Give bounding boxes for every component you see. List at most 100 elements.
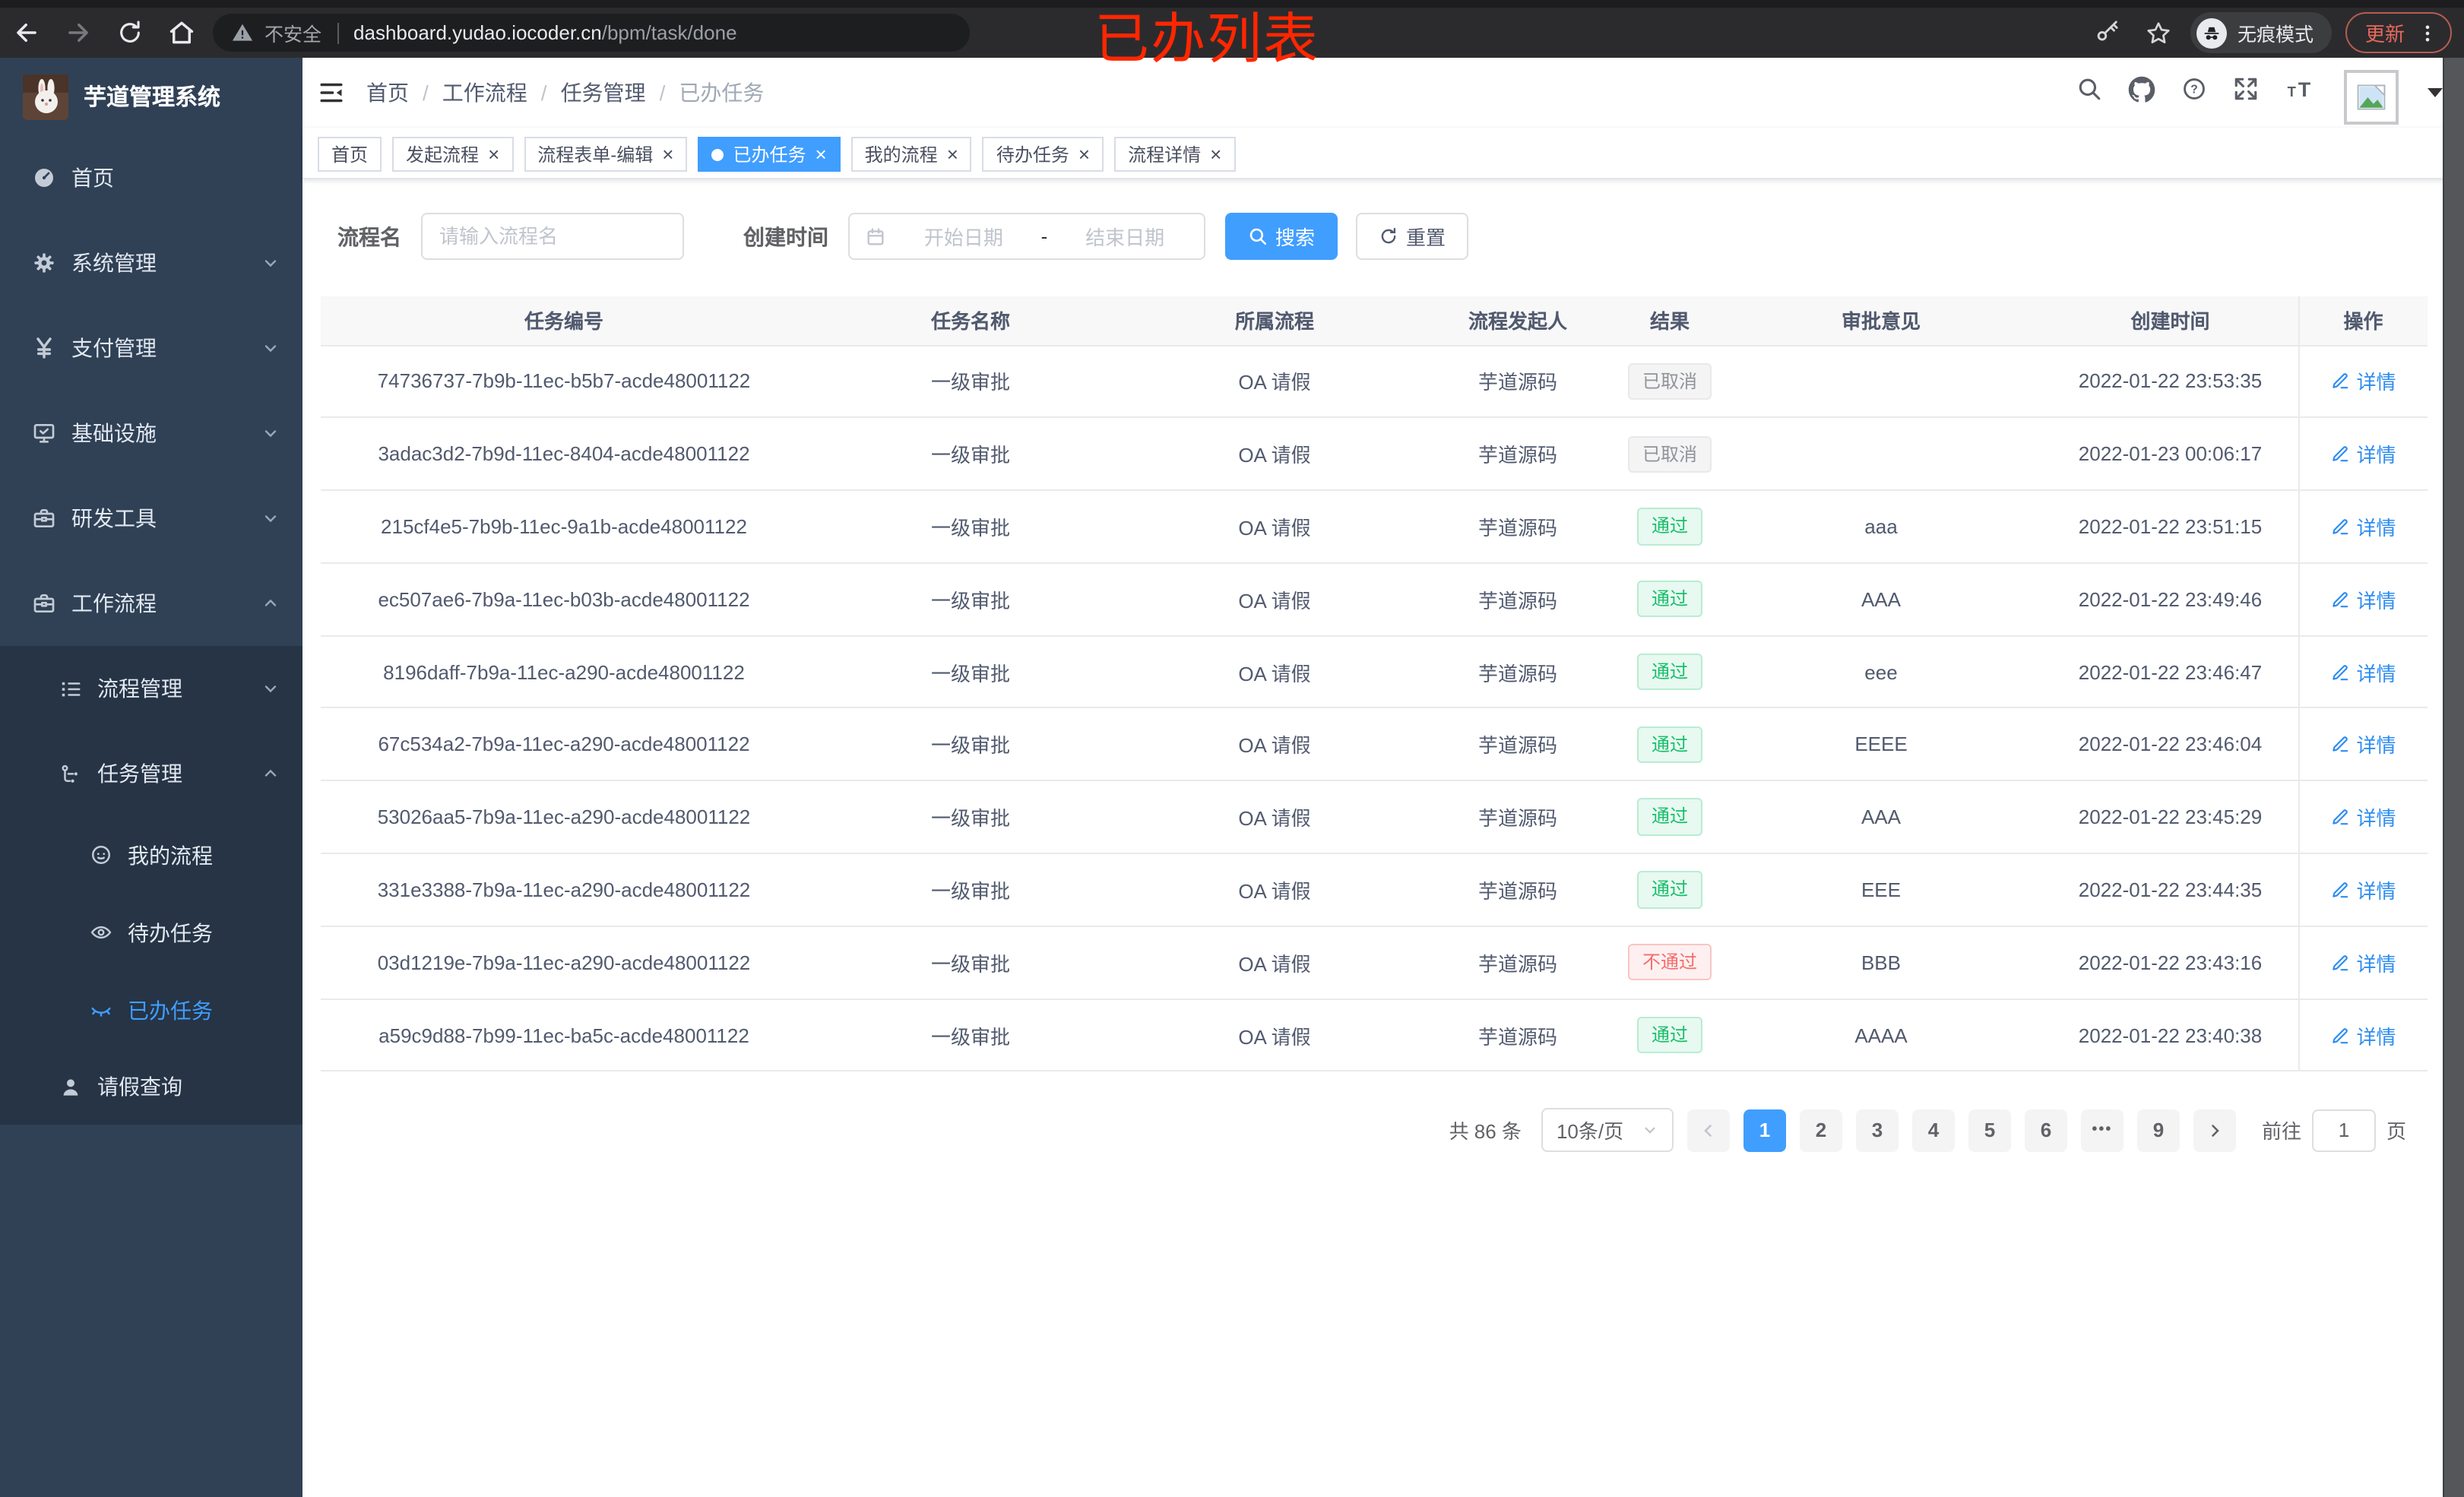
page-number-button[interactable]: 9: [2136, 1109, 2180, 1152]
address-bar[interactable]: 不安全 dashboard.yudao.iocoder.cn/bpm/task/…: [213, 14, 970, 52]
cell-actions: 详情: [2298, 417, 2428, 492]
detail-link[interactable]: 详情: [2330, 1021, 2396, 1049]
close-icon[interactable]: ×: [488, 144, 499, 164]
process-name-input[interactable]: [421, 213, 684, 260]
url-divider: [337, 22, 339, 43]
breadcrumb-task-management[interactable]: 任务管理: [561, 78, 646, 108]
browser-back-button[interactable]: [0, 11, 52, 54]
date-separator: -: [1040, 225, 1048, 248]
close-icon[interactable]: ×: [815, 144, 826, 164]
sidebar-item-home[interactable]: 首页: [0, 135, 302, 220]
page-number-button[interactable]: 6: [2024, 1109, 2067, 1152]
sidebar-item-my-process[interactable]: 我的流程: [0, 816, 302, 894]
tab[interactable]: 流程表单-编辑 ×: [524, 137, 688, 172]
logo-image: [23, 74, 68, 119]
cell-starter: 芋道源码: [1415, 635, 1620, 709]
cell-result: 通过: [1620, 780, 1719, 855]
detail-link[interactable]: 详情: [2330, 585, 2396, 614]
breadcrumb-home[interactable]: 首页: [366, 78, 409, 108]
cell-process: OA 请假: [1134, 562, 1415, 637]
reset-button[interactable]: 重置: [1356, 213, 1469, 260]
scrollbar[interactable]: [2443, 58, 2464, 1497]
page-number-button[interactable]: 2: [1799, 1109, 1842, 1152]
top-navbar: 首页 / 工作流程 / 任务管理 / 已办任务 ? TT: [302, 58, 2464, 128]
detail-link-label: 详情: [2356, 516, 2396, 540]
result-badge: 通过: [1637, 871, 1702, 909]
sidebar-item-workflow[interactable]: 工作流程: [0, 561, 302, 646]
tab[interactable]: 流程详情 ×: [1114, 137, 1236, 172]
cell-opinion: [1719, 417, 2043, 492]
sidebar-item-task-management[interactable]: 任务管理: [0, 731, 302, 816]
fullscreen-icon[interactable]: [2233, 76, 2259, 109]
chevron-down-icon: [261, 339, 280, 357]
sidebar-collapse-button[interactable]: [318, 79, 345, 106]
browser-update-button[interactable]: 更新: [2345, 12, 2452, 53]
page-number-button[interactable]: 1: [1743, 1109, 1786, 1152]
tab[interactable]: 首页: [318, 137, 382, 172]
close-icon[interactable]: ×: [662, 144, 673, 164]
browser-home-button[interactable]: [155, 11, 207, 54]
tab[interactable]: 待办任务 ×: [982, 137, 1104, 172]
result-badge: 通过: [1637, 653, 1702, 691]
date-range-input[interactable]: 开始日期 - 结束日期: [848, 213, 1205, 260]
detail-link[interactable]: 详情: [2330, 730, 2396, 759]
page-number-button[interactable]: 3: [1855, 1109, 1899, 1152]
help-icon[interactable]: ?: [2181, 76, 2207, 109]
sidebar-item-label: 我的流程: [128, 843, 213, 867]
detail-link[interactable]: 详情: [2330, 512, 2396, 541]
update-label: 更新: [2364, 23, 2405, 46]
avatar-caret-icon[interactable]: [2428, 88, 2443, 97]
tab[interactable]: 已办任务 ×: [698, 137, 841, 172]
page-number-button[interactable]: 4: [1911, 1109, 1955, 1152]
sidebar-item-done-tasks[interactable]: 已办任务: [0, 971, 302, 1049]
bookmark-star-button[interactable]: [2140, 11, 2177, 54]
sidebar-item-process-management[interactable]: 流程管理: [0, 646, 302, 731]
detail-link[interactable]: 详情: [2330, 657, 2396, 686]
sidebar-item-dev-tools[interactable]: 研发工具: [0, 476, 302, 561]
cell-starter: 芋道源码: [1415, 926, 1620, 1000]
sidebar-item-todo-tasks[interactable]: 待办任务: [0, 894, 302, 971]
cell-opinion: EEE: [1719, 853, 2043, 927]
table-row: 331e3388-7b9a-11ec-a290-acde48001122 一级审…: [321, 853, 2428, 927]
page-number-button[interactable]: 5: [1968, 1109, 2011, 1152]
sidebar-logo[interactable]: 芋道管理系统: [0, 58, 302, 135]
search-button[interactable]: 搜索: [1225, 213, 1338, 260]
close-icon[interactable]: ×: [1078, 144, 1090, 164]
next-page-button[interactable]: [2193, 1109, 2236, 1152]
font-size-icon[interactable]: TT: [2285, 76, 2318, 109]
detail-link-label: 详情: [2356, 444, 2396, 467]
page-size-value: 10条/页: [1556, 1120, 1624, 1144]
cell-created: 2022-01-22 23:40:38: [2043, 999, 2298, 1072]
tab[interactable]: 我的流程 ×: [850, 137, 972, 172]
sidebar-item-leave-query[interactable]: 请假查询: [0, 1049, 302, 1125]
browser-refresh-button[interactable]: [103, 11, 155, 54]
breadcrumb-workflow[interactable]: 工作流程: [442, 78, 527, 108]
page-size-select[interactable]: 10条/页: [1541, 1108, 1674, 1153]
detail-link[interactable]: 详情: [2330, 802, 2396, 831]
prev-page-button[interactable]: [1686, 1109, 1730, 1152]
detail-link[interactable]: 详情: [2330, 875, 2396, 904]
cell-result: 已取消: [1620, 417, 1719, 492]
sidebar-item-payment[interactable]: 支付管理: [0, 305, 302, 391]
close-icon[interactable]: ×: [1210, 144, 1221, 164]
search-icon[interactable]: [2076, 76, 2102, 109]
sidebar-item-infrastructure[interactable]: 基础设施: [0, 391, 302, 476]
sidebar-item-label: 已办任务: [128, 998, 213, 1022]
sidebar-item-system[interactable]: 系统管理: [0, 220, 302, 305]
chevron-left-icon: [1704, 1125, 1712, 1137]
cell-created: 2022-01-22 23:49:46: [2043, 562, 2298, 637]
detail-link[interactable]: 详情: [2330, 948, 2396, 977]
goto-page-input[interactable]: [2311, 1109, 2376, 1152]
detail-link[interactable]: 详情: [2330, 439, 2396, 468]
close-icon[interactable]: ×: [947, 144, 958, 164]
page-number-button[interactable]: •••: [2080, 1109, 2124, 1152]
total-count: 共 86 条: [1449, 1120, 1522, 1144]
avatar[interactable]: [2344, 70, 2399, 125]
browser-menu-icon[interactable]: [2417, 21, 2438, 45]
password-key-button[interactable]: [2090, 11, 2127, 54]
github-icon[interactable]: [2128, 75, 2155, 110]
detail-link[interactable]: 详情: [2330, 367, 2396, 396]
forward-icon: [68, 23, 87, 43]
tab[interactable]: 发起流程 ×: [392, 137, 514, 172]
browser-forward-button[interactable]: [52, 11, 103, 54]
